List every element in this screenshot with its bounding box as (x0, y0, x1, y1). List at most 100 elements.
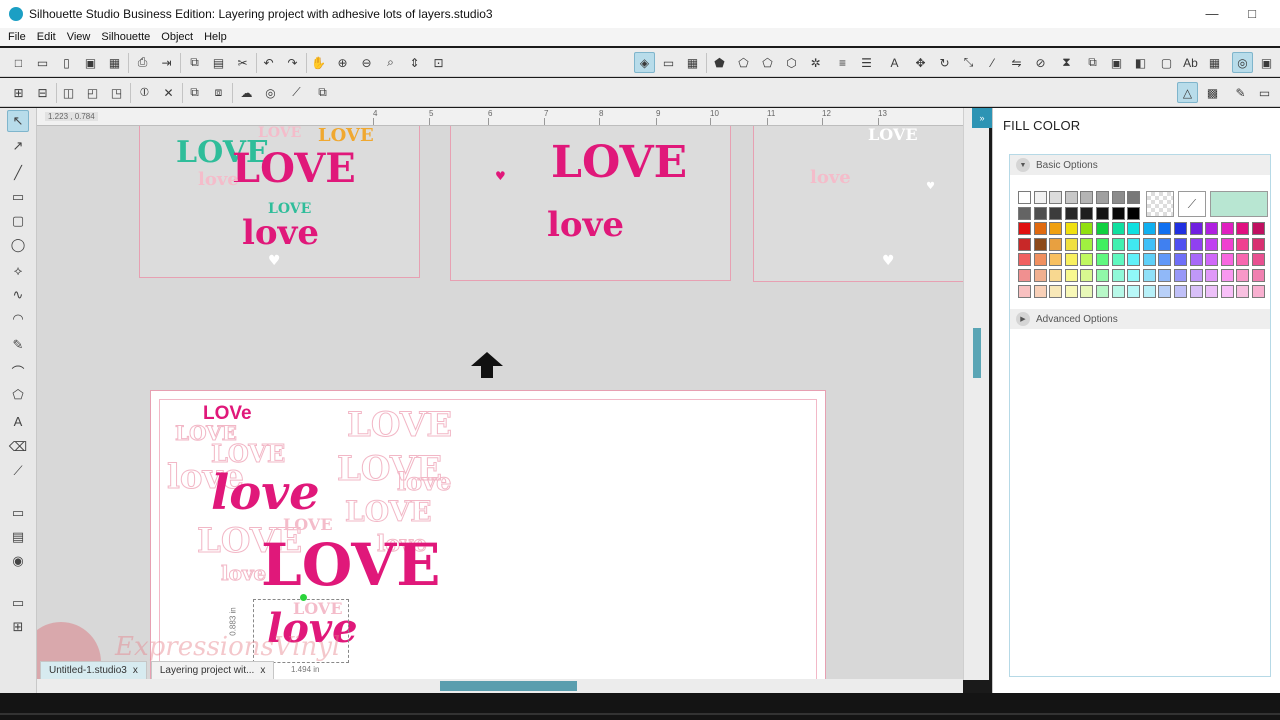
menu-view[interactable]: View (63, 31, 95, 43)
open-library-icon[interactable]: ▯ (56, 52, 77, 73)
zoom-in-icon[interactable]: ⊕ (332, 52, 353, 73)
color-swatch[interactable] (1205, 222, 1219, 236)
text-style-icon[interactable]: A (884, 52, 905, 73)
vertical-scroll-thumb[interactable] (973, 328, 981, 378)
color-swatch[interactable] (1205, 237, 1219, 251)
color-swatch[interactable] (1189, 222, 1203, 236)
color-swatch[interactable] (1080, 237, 1094, 251)
fill-color-icon[interactable]: ⬟ (709, 52, 730, 73)
store-view-icon[interactable]: ◉ (7, 550, 29, 572)
minimize-button[interactable]: — (1198, 4, 1226, 24)
color-swatch[interactable] (1111, 237, 1125, 251)
freehand-tool-icon[interactable]: ✎ (7, 334, 29, 356)
color-swatch[interactable] (1158, 237, 1172, 251)
color-swatch[interactable] (1064, 284, 1078, 298)
modify-icon[interactable]: ⧗ (1056, 52, 1077, 73)
color-swatch[interactable] (1018, 206, 1031, 220)
color-swatch[interactable] (1173, 253, 1187, 267)
save-to-library-icon[interactable]: ▦ (104, 52, 125, 73)
save-icon[interactable]: ▣ (80, 52, 101, 73)
tab-layering-project[interactable]: Layering project wit... x (150, 661, 275, 681)
delete-icon[interactable]: ✕ (158, 82, 179, 103)
new-file-icon[interactable]: □ (8, 52, 29, 73)
arc-tool-icon[interactable]: ◠ (7, 308, 29, 330)
open-folder-icon[interactable]: ▭ (32, 52, 53, 73)
color-swatch[interactable] (1018, 191, 1031, 204)
color-swatch[interactable] (1018, 268, 1031, 282)
color-swatch[interactable] (1095, 237, 1109, 251)
design-canvas[interactable]: LOVE LOVE LOVE LOVE love LOVE love ♥ LOV… (37, 126, 963, 679)
color-swatch[interactable] (1018, 253, 1031, 267)
color-swatch[interactable] (1205, 268, 1219, 282)
color-swatch[interactable] (1049, 284, 1063, 298)
color-swatch[interactable] (1127, 268, 1141, 282)
tab-close-icon[interactable]: x (260, 661, 265, 681)
color-swatch[interactable] (1033, 237, 1047, 251)
arrange-icon[interactable]: ⧈ (208, 82, 229, 103)
menu-edit[interactable]: Edit (33, 31, 60, 43)
color-swatch[interactable] (1158, 253, 1172, 267)
color-swatch[interactable] (1049, 222, 1063, 236)
redo-icon[interactable]: ↷ (282, 52, 303, 73)
trace-icon[interactable]: ▣ (1106, 52, 1127, 73)
rectangle-tool-icon[interactable]: ▭ (7, 186, 29, 208)
fill-gradient-icon[interactable]: ⬠ (733, 52, 754, 73)
pan-hand-icon[interactable]: ✋ (308, 52, 329, 73)
color-swatch[interactable] (1080, 222, 1094, 236)
shear-icon[interactable]: ⁄ (982, 52, 1003, 73)
color-swatch[interactable] (1095, 222, 1109, 236)
advanced-options-header[interactable]: ▶ Advanced Options (1010, 309, 1270, 329)
color-swatch[interactable] (1111, 253, 1125, 267)
color-swatch[interactable] (1251, 268, 1265, 282)
color-swatch[interactable] (1220, 237, 1234, 251)
grid-settings-icon[interactable]: ▦ (682, 52, 703, 73)
release-compound-icon[interactable]: ◰ (82, 82, 103, 103)
color-swatch[interactable] (1251, 237, 1265, 251)
color-swatch[interactable] (1220, 222, 1234, 236)
menu-silhouette[interactable]: Silhouette (97, 31, 154, 43)
color-swatch[interactable] (1173, 222, 1187, 236)
color-swatch[interactable] (1095, 191, 1109, 204)
color-swatch[interactable] (1049, 237, 1063, 251)
cloud-icon[interactable]: ☁ (236, 82, 257, 103)
print-icon[interactable]: ⎙ (132, 52, 153, 73)
color-swatch[interactable] (1049, 206, 1063, 220)
menu-object[interactable]: Object (157, 31, 197, 43)
color-swatch[interactable] (1080, 284, 1094, 298)
knife-tool-icon[interactable]: ⟋ (7, 460, 29, 482)
smooth-freehand-icon[interactable]: ⌒ (7, 360, 29, 382)
horizontal-scroll-thumb[interactable] (440, 681, 577, 691)
library-view-icon[interactable]: ▤ (7, 526, 29, 548)
color-swatch[interactable] (1251, 222, 1265, 236)
color-swatch[interactable] (1173, 268, 1187, 282)
color-swatch[interactable] (1064, 191, 1078, 204)
sketch-icon[interactable]: ▭ (1254, 82, 1275, 103)
send-icon[interactable]: ⇥ (156, 52, 177, 73)
rounded-rect-tool-icon[interactable]: ▢ (7, 210, 29, 232)
curve-tool-icon[interactable]: ∿ (7, 284, 29, 306)
tab-close-icon[interactable]: x (133, 661, 138, 681)
send-to-silhouette-icon[interactable]: ✎ (1230, 82, 1251, 103)
zoom-drag-icon[interactable]: ⇕ (404, 52, 425, 73)
select-tool-icon[interactable]: ↖ (7, 110, 29, 132)
color-swatch[interactable] (1033, 253, 1047, 267)
edit-points-icon[interactable]: ↗ (7, 135, 29, 157)
grid-view-icon[interactable]: ▦ (1204, 52, 1225, 73)
replicate-icon[interactable]: ⊘ (1030, 52, 1051, 73)
menu-help[interactable]: Help (200, 31, 231, 43)
knife-icon[interactable]: ⟋ (286, 82, 307, 103)
color-swatch[interactable] (1095, 284, 1109, 298)
color-swatch[interactable] (1049, 268, 1063, 282)
color-swatch[interactable] (1111, 284, 1125, 298)
color-swatch[interactable] (1064, 222, 1078, 236)
color-swatch[interactable] (1142, 284, 1156, 298)
page-icon[interactable]: ▢ (1156, 52, 1177, 73)
color-swatch[interactable] (1189, 237, 1203, 251)
color-swatch[interactable] (1080, 206, 1094, 220)
color-swatch[interactable] (1064, 253, 1078, 267)
undo-icon[interactable]: ↶ (258, 52, 279, 73)
color-swatch[interactable] (1142, 253, 1156, 267)
color-swatch[interactable] (1127, 206, 1141, 220)
eyedropper-icon[interactable]: ⟋ (1178, 191, 1206, 217)
basic-options-header[interactable]: ▼ Basic Options (1010, 155, 1270, 175)
